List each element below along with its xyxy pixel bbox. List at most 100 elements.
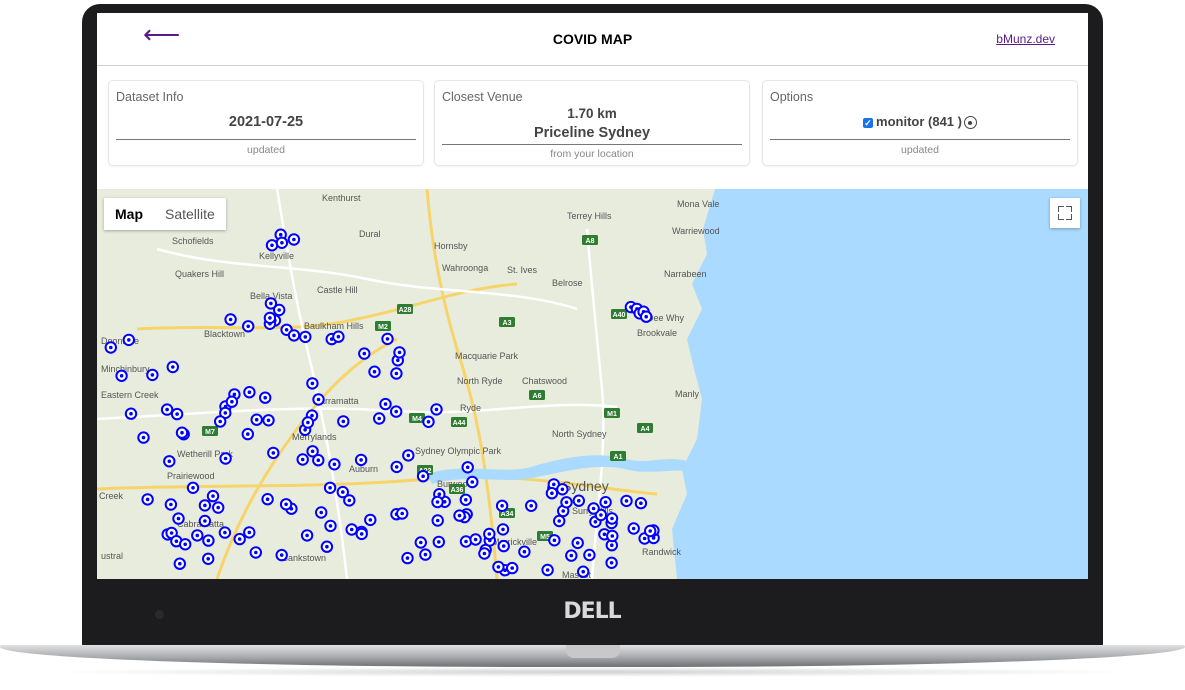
ocean xyxy=(672,189,1088,579)
venue-marker-dot xyxy=(496,565,501,569)
place-label: Ryde xyxy=(460,403,481,413)
covid-map[interactable]: Kenthurst Mona Vale Terrey Hills Warriewood… xyxy=(97,189,1088,579)
place-label: St. Ives xyxy=(507,265,538,275)
monitor-checkbox[interactable]: ✓ xyxy=(863,117,874,128)
venue-marker-dot xyxy=(178,561,182,566)
venue-marker-dot xyxy=(394,409,399,414)
road-shield-label: A6 xyxy=(533,393,542,400)
venue-marker-dot xyxy=(419,540,423,545)
laptop-notch xyxy=(566,645,620,658)
venue-marker-dot xyxy=(284,328,289,332)
fullscreen-button[interactable] xyxy=(1050,198,1080,228)
place-label: Kenthurst xyxy=(322,193,361,203)
venue-marker-dot xyxy=(306,420,310,425)
venue-marker-dot xyxy=(328,486,332,490)
venue-marker-dot xyxy=(191,486,195,490)
venue-marker-dot xyxy=(347,498,352,503)
venue-marker-dot xyxy=(593,520,598,524)
venue-marker-dot xyxy=(167,459,172,464)
venue-marker-dot xyxy=(270,243,274,248)
place-label: ustral xyxy=(101,551,123,561)
venue-marker-dot xyxy=(127,338,131,342)
closest-venue-card: Closest Venue 1.70 km Priceline Sydney f… xyxy=(434,80,750,166)
place-label: Bankstown xyxy=(282,553,326,563)
place-label: Warriewood xyxy=(672,226,720,236)
venue-marker-dot xyxy=(434,407,439,412)
place-label: Dural xyxy=(359,229,381,239)
map-type-map[interactable]: Map xyxy=(104,198,154,230)
road-shield-label: A4 xyxy=(641,426,650,433)
venue-marker-dot xyxy=(552,482,556,487)
venue-marker-dot xyxy=(176,516,181,521)
venue-marker-dot xyxy=(569,553,574,558)
place-label: Sydney xyxy=(562,478,609,494)
place-label: Hornsby xyxy=(434,241,468,251)
road-shield-label: M1 xyxy=(607,411,617,418)
venue-marker-dot xyxy=(435,518,440,523)
venue-marker-dot xyxy=(223,530,227,535)
venue-marker-dot xyxy=(303,428,307,432)
road-shield-label: M4 xyxy=(412,416,422,423)
road-shield-label: M7 xyxy=(205,429,215,436)
venue-marker-dot xyxy=(230,399,234,404)
road-shield-label: A3 xyxy=(503,320,512,327)
venue-marker-dot xyxy=(529,504,533,508)
venue-marker-dot xyxy=(203,503,207,508)
venue-marker-dot xyxy=(510,566,514,570)
road xyxy=(156,247,578,311)
venue-marker-dot xyxy=(372,369,377,374)
venue-marker-dot xyxy=(174,539,179,543)
place-label: Prairiewood xyxy=(167,471,215,481)
venue-marker-dot xyxy=(639,501,643,506)
venue-marker-dot xyxy=(247,390,252,394)
venue-marker-dot xyxy=(341,490,345,494)
author-link[interactable]: bMunz.dev xyxy=(996,32,1055,46)
venue-marker-dot xyxy=(247,530,252,535)
venue-marker-dot xyxy=(522,549,527,554)
dataset-date: 2021-07-25 xyxy=(228,114,304,130)
venue-name: Priceline Sydney xyxy=(533,125,651,141)
venue-marker-dot xyxy=(624,499,629,503)
road-shield-label: A34 xyxy=(501,511,514,518)
venue-marker-dot xyxy=(561,509,565,513)
venue-marker-dot xyxy=(109,345,113,350)
venue-marker-dot xyxy=(550,491,554,496)
venue-marker-dot xyxy=(470,480,475,484)
venue-marker-dot xyxy=(644,314,648,319)
venue-marker-dot xyxy=(564,500,569,505)
place-label: Brookvale xyxy=(637,328,677,338)
venue-marker-dot xyxy=(265,497,270,502)
dataset-info-card: Dataset Info 2021-07-25 updated xyxy=(108,80,424,166)
venue-marker-dot xyxy=(206,557,210,561)
place-label: Baulkham Hills xyxy=(304,321,364,331)
venue-marker-dot xyxy=(254,550,258,555)
venue-marker-dot xyxy=(437,492,442,497)
venue-marker-dot xyxy=(482,551,487,556)
venue-marker-dot xyxy=(394,465,399,469)
venue-marker-dot xyxy=(464,498,468,502)
divider xyxy=(442,144,742,145)
locate-icon[interactable] xyxy=(963,116,977,130)
venue-marker-dot xyxy=(328,524,333,528)
place-label: Dee Why xyxy=(647,313,685,323)
venue-marker-dot xyxy=(237,537,242,541)
monitor-option[interactable]: ✓ monitor (841 ) xyxy=(763,114,1077,130)
venue-marker-dot xyxy=(560,487,565,492)
place-label: Randwick xyxy=(642,547,682,557)
venue-marker-dot xyxy=(642,536,647,541)
place-label: Chatswood xyxy=(522,376,567,386)
place-label: Eastern Creek xyxy=(101,390,159,400)
venue-marker-dot xyxy=(603,500,608,505)
venue-marker-dot xyxy=(473,537,478,542)
venue-marker-dot xyxy=(457,513,462,518)
venue-marker-dot xyxy=(254,417,259,422)
map-type-toggle[interactable]: Map Satellite xyxy=(104,198,226,230)
venue-marker-dot xyxy=(280,241,284,245)
screen: ⟵ COVID MAP bMunz.dev Dataset Info 2021-… xyxy=(97,13,1088,579)
venue-marker-dot xyxy=(377,416,382,421)
place-label: Manly xyxy=(675,389,700,399)
map-canvas[interactable]: Kenthurst Mona Vale Terrey Hills Warriewood… xyxy=(97,189,1088,579)
map-type-satellite[interactable]: Satellite xyxy=(154,198,226,230)
venue-marker-dot xyxy=(310,449,315,454)
venue-marker-dot xyxy=(336,334,341,339)
